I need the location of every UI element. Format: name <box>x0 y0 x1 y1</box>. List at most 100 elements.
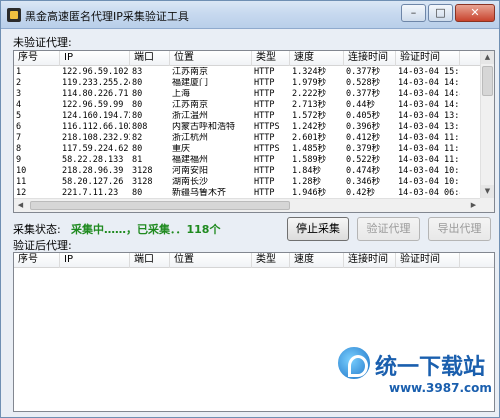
window-title: 黑金高速匿名代理IP采集验证工具 <box>25 10 189 23</box>
status-value: 采集中……，已采集．．118个 <box>71 223 221 236</box>
cell-port: 3128 <box>132 166 153 176</box>
table-row[interactable]: 5 124.160.194.72 80 浙江温州 HTTP 1.572秒 0.405秒 14-… <box>14 111 494 122</box>
cell-type: HTTP <box>254 155 275 165</box>
column-header-verify-time[interactable]: 验证时间 <box>396 51 460 66</box>
table-row[interactable]: 4 122.96.59.99 80 江苏南京 HTTP 2.713秒 0.44秒 14-03-… <box>14 100 494 111</box>
cell-type: HTTP <box>254 111 275 121</box>
cell-speed: 1.324秒 <box>292 67 327 77</box>
column-header-index[interactable]: 序号 <box>14 253 60 268</box>
cell-speed: 1.589秒 <box>292 155 327 165</box>
cell-ip: 119.233.255.24 <box>62 78 130 88</box>
scroll-right-icon[interactable]: ▶ <box>467 199 480 212</box>
table-row[interactable]: 11 58.20.127.26 3128 湖南长沙 HTTP 1.28秒 0.346秒 14-… <box>14 177 494 188</box>
cell-port: 3128 <box>132 177 153 187</box>
column-header-ip[interactable]: IP <box>60 51 130 66</box>
cell-port: 80 <box>132 78 143 88</box>
cell-type: HTTP <box>254 133 275 143</box>
cell-index: 2 <box>16 78 22 88</box>
cell-connect-time: 0.396秒 <box>346 122 381 132</box>
cell-type: HTTPS <box>254 122 280 132</box>
cell-type: HTTP <box>254 67 275 77</box>
table-row[interactable]: 8 117.59.224.62 80 重庆 HTTPS 1.485秒 0.379秒 14-03… <box>14 144 494 155</box>
cell-port: 81 <box>132 155 143 165</box>
table-row[interactable]: 1 122.96.59.102 83 江苏南京 HTTP 1.324秒 0.377秒 14-0… <box>14 67 494 78</box>
column-header-port[interactable]: 端口 <box>130 51 170 66</box>
export-proxy-button[interactable]: 导出代理 <box>428 217 491 241</box>
horizontal-scrollbar[interactable]: ◀ ▶ <box>14 198 480 212</box>
cell-ip: 124.160.194.72 <box>62 111 130 121</box>
cell-connect-time: 0.522秒 <box>346 155 381 165</box>
cell-index: 3 <box>16 89 22 99</box>
watermark-brand: 统一下载站 <box>375 355 486 380</box>
cell-ip: 218.28.96.39 <box>62 166 124 176</box>
cell-location: 浙江杭州 <box>172 133 209 143</box>
close-button[interactable]: ✕ <box>455 4 495 22</box>
column-header-location[interactable]: 位置 <box>170 253 252 268</box>
cell-speed: 1.84秒 <box>292 166 321 176</box>
cell-verify-time: 14-03-04 13:38 <box>398 111 460 121</box>
column-header-connect-time[interactable]: 连接时间 <box>344 253 396 268</box>
cell-port: 82 <box>132 133 143 143</box>
cell-ip: 116.112.66.102 <box>62 122 130 132</box>
scroll-up-icon[interactable]: ▲ <box>481 51 494 64</box>
cell-ip: 58.22.28.133 <box>62 155 124 165</box>
title-bar[interactable]: 黑金高速匿名代理IP采集验证工具 – □ ✕ <box>1 1 499 29</box>
cell-connect-time: 0.377秒 <box>346 67 381 77</box>
table-row[interactable]: 7 218.108.232.93 82 浙江杭州 HTTP 2.601秒 0.412秒 14-… <box>14 133 494 144</box>
column-header-speed[interactable]: 速度 <box>290 253 344 268</box>
verify-proxy-button[interactable]: 验证代理 <box>357 217 420 241</box>
cell-index: 8 <box>16 144 22 154</box>
cell-connect-time: 0.346秒 <box>346 177 381 187</box>
scroll-left-icon[interactable]: ◀ <box>14 199 27 212</box>
cell-location: 江苏南京 <box>172 67 209 77</box>
column-header-verify-time[interactable]: 验证时间 <box>396 253 460 268</box>
column-header-speed[interactable]: 速度 <box>290 51 344 66</box>
unverified-table-body[interactable]: 1 122.96.59.102 8 3 江苏南京 HTTP 1.324秒 0.377秒 14-0… <box>14 67 494 212</box>
cell-index: 7 <box>16 133 22 143</box>
cell-type: HTTP <box>254 100 275 110</box>
cell-location: 上海 <box>172 89 191 99</box>
column-header-index[interactable]: 序号 <box>14 51 60 66</box>
cell-type: HTTP <box>254 177 275 187</box>
cell-verify-time: 14-03-04 14:11 <box>398 100 460 110</box>
cell-index: 4 <box>16 100 22 110</box>
minimize-button[interactable]: – <box>401 4 426 22</box>
cell-speed: 1.572秒 <box>292 111 327 121</box>
cell-port: 808 <box>132 122 148 132</box>
table-row[interactable]: 2 119.233.255.24 80 福建厦门 HTTP 1.979秒 0.528秒 14-… <box>14 78 494 89</box>
cell-location: 江苏南京 <box>172 100 209 110</box>
cell-ip: 122.96.59.102 <box>62 67 129 77</box>
cell-speed: 2.601秒 <box>292 133 327 143</box>
stop-collect-button[interactable]: 停止采集 <box>287 217 349 241</box>
column-header-port[interactable]: 端口 <box>130 253 170 268</box>
cell-connect-time: 0.405秒 <box>346 111 381 121</box>
cell-index: 11 <box>16 177 27 187</box>
table-row[interactable]: 9 58.22.28.133 81 福建福州 HTTP 1.589秒 0.522秒 14-03… <box>14 155 494 166</box>
column-header-type[interactable]: 类型 <box>252 51 290 66</box>
table-row[interactable]: 3 114.80.226.71 80 上海 HTTP 2.222秒 0.377秒 14-03-… <box>14 89 494 100</box>
maximize-button[interactable]: □ <box>428 4 453 22</box>
cell-connect-time: 0.528秒 <box>346 78 381 88</box>
cell-port: 80 <box>132 144 143 154</box>
vertical-scrollbar[interactable]: ▲ ▼ <box>480 51 494 198</box>
cell-connect-time: 0.412秒 <box>346 133 381 143</box>
cell-location: 内蒙古呼和浩特 <box>172 122 236 132</box>
column-header-type[interactable]: 类型 <box>252 253 290 268</box>
column-header-ip[interactable]: IP <box>60 253 130 268</box>
scroll-down-icon[interactable]: ▼ <box>481 185 494 198</box>
verified-table-header: 序号 IP 端口 位置 类型 速度 连接时间 验证时间 <box>14 253 494 268</box>
cell-connect-time: 0.379秒 <box>346 144 381 154</box>
cell-speed: 1.485秒 <box>292 144 327 154</box>
cell-index: 1 <box>16 67 22 77</box>
horizontal-scroll-thumb[interactable] <box>30 201 290 210</box>
watermark-url: www.3987.com <box>389 381 492 395</box>
column-header-location[interactable]: 位置 <box>170 51 252 66</box>
cell-type: HTTP <box>254 78 275 88</box>
unverified-label: 未验证代理: <box>13 36 72 49</box>
column-header-connect-time[interactable]: 连接时间 <box>344 51 396 66</box>
table-row[interactable]: 6 116.112.66.102 808 内蒙古呼和浩特 HTTPS 1.242秒 0.39… <box>14 122 494 133</box>
cell-type: HTTPS <box>254 144 280 154</box>
table-row[interactable]: 10 218.28.96.39 3128 河南安阳 HTTP 1.84秒 0.474秒 14-… <box>14 166 494 177</box>
vertical-scroll-thumb[interactable] <box>482 66 493 96</box>
unverified-proxy-table[interactable]: 序号 IP 端口 位置 类型 速度 连接时间 验证时间 1 122.96.59.102 8 3 江苏南… <box>13 50 495 213</box>
